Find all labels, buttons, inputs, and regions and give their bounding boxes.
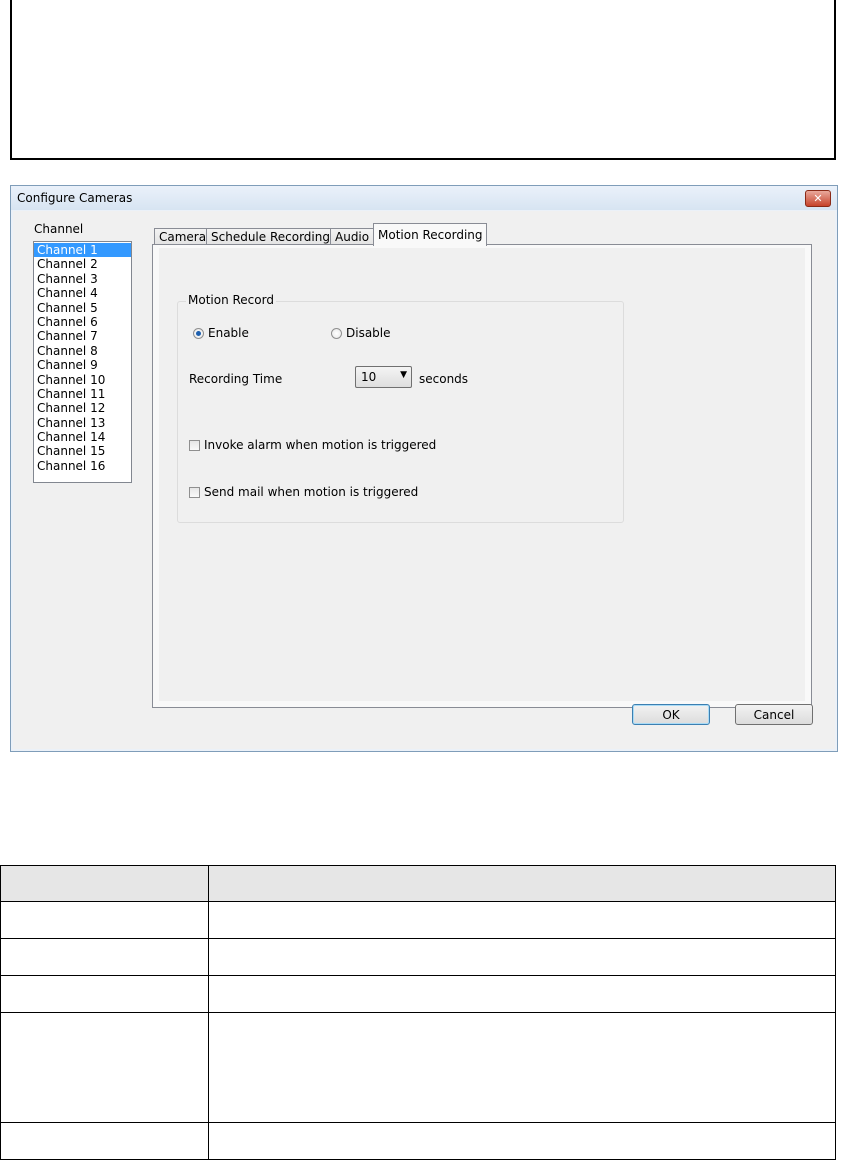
channel-list[interactable]: Channel 1 Channel 2 Channel 3 Channel 4 Chan… <box>33 241 132 483</box>
recording-time-value: 10 <box>361 370 377 384</box>
invoke-alarm-checkbox[interactable]: Invoke alarm when motion is triggered <box>189 438 436 452</box>
tab-panel: Motion Record Enable Disable Recording T… <box>152 244 812 708</box>
table-cell <box>208 975 836 1013</box>
tab-label: Schedule Recording <box>211 230 330 244</box>
table-cell <box>208 1122 836 1160</box>
table-header-row <box>0 865 836 902</box>
table-cell <box>0 938 209 976</box>
ok-button[interactable]: OK <box>632 704 710 725</box>
table-row <box>0 975 836 1013</box>
tab-label: Audio <box>335 230 370 244</box>
table-cell <box>0 975 209 1013</box>
table-cell <box>208 1012 836 1123</box>
channel-list-item[interactable]: Channel 2 <box>34 257 131 271</box>
channel-list-item[interactable]: Channel 3 <box>34 272 131 286</box>
channel-list-item[interactable]: Channel 9 <box>34 358 131 372</box>
recording-time-label: Recording Time <box>189 372 283 386</box>
tab-audio[interactable]: Audio <box>330 228 374 245</box>
table-row <box>0 938 836 976</box>
radio-checked-icon <box>193 327 204 339</box>
table-cell <box>0 901 209 939</box>
dialog-client: Channel Channel 1 Channel 2 Channel 3 Chann… <box>13 211 835 749</box>
channel-list-item[interactable]: Channel 13 <box>34 416 131 430</box>
channel-list-item[interactable]: Channel 8 <box>34 344 131 358</box>
group-title: Motion Record <box>186 293 276 307</box>
tab-camera[interactable]: Camera <box>154 228 207 245</box>
enable-label: Enable <box>208 326 249 340</box>
enable-radio[interactable]: Enable <box>193 326 249 340</box>
channel-list-item[interactable]: Channel 11 <box>34 387 131 401</box>
table-cell <box>0 1122 209 1160</box>
tab-motion-recording[interactable]: Motion Recording <box>373 223 487 246</box>
invoke-alarm-label: Invoke alarm when motion is triggered <box>204 438 437 452</box>
channel-list-item[interactable]: Channel 14 <box>34 430 131 444</box>
seconds-label: seconds <box>419 372 469 386</box>
channel-list-item[interactable]: Channel 12 <box>34 401 131 415</box>
cancel-button[interactable]: Cancel <box>735 704 813 725</box>
tab-label: Motion Recording <box>378 228 483 242</box>
channel-list-item[interactable]: Channel 6 <box>34 315 131 329</box>
top-frame <box>10 0 836 160</box>
disable-label: Disable <box>346 326 391 340</box>
motion-record-group: Motion Record Enable Disable Recording T… <box>177 293 624 523</box>
checkbox-icon <box>189 486 200 498</box>
cancel-label: Cancel <box>753 707 795 722</box>
channel-list-item[interactable]: Channel 7 <box>34 329 131 343</box>
recording-time-select[interactable]: 10 ▼ <box>355 366 412 388</box>
close-button[interactable]: ✕ <box>805 190 831 207</box>
motion-recording-panel: Motion Record Enable Disable Recording T… <box>159 248 805 701</box>
send-mail-checkbox[interactable]: Send mail when motion is triggered <box>189 485 418 499</box>
table-cell <box>208 901 836 939</box>
tab-label: Camera <box>159 230 207 244</box>
tab-schedule-recording[interactable]: Schedule Recording <box>206 228 331 245</box>
table-header-cell <box>208 865 836 902</box>
ok-label: OK <box>662 707 680 722</box>
disable-radio[interactable]: Disable <box>331 326 391 340</box>
table-cell <box>0 1012 209 1123</box>
channel-list-item[interactable]: Channel 1 <box>34 243 131 258</box>
channel-label: Channel <box>34 222 84 236</box>
checkbox-icon <box>189 439 200 451</box>
send-mail-label: Send mail when motion is triggered <box>204 485 419 499</box>
table-row <box>0 1012 836 1123</box>
channel-list-item[interactable]: Channel 5 <box>34 301 131 315</box>
table-row <box>0 1122 836 1160</box>
description-table <box>0 865 836 1160</box>
radio-unchecked-icon <box>331 327 342 339</box>
channel-list-item[interactable]: Channel 15 <box>34 444 131 458</box>
table-header-cell <box>0 865 209 902</box>
channel-list-item[interactable]: Channel 10 <box>34 373 131 387</box>
dialog-title: Configure Cameras <box>17 191 133 205</box>
channel-list-item[interactable]: Channel 4 <box>34 286 131 300</box>
chevron-down-icon: ▼ <box>400 370 407 380</box>
configure-cameras-dialog: Configure Cameras ✕ Channel Channel 1 Cha… <box>10 185 838 752</box>
title-bar[interactable]: Configure Cameras ✕ <box>11 186 837 210</box>
table-row <box>0 901 836 939</box>
close-icon: ✕ <box>813 192 823 205</box>
table-cell <box>208 938 836 976</box>
channel-list-item[interactable]: Channel 16 <box>34 459 131 473</box>
